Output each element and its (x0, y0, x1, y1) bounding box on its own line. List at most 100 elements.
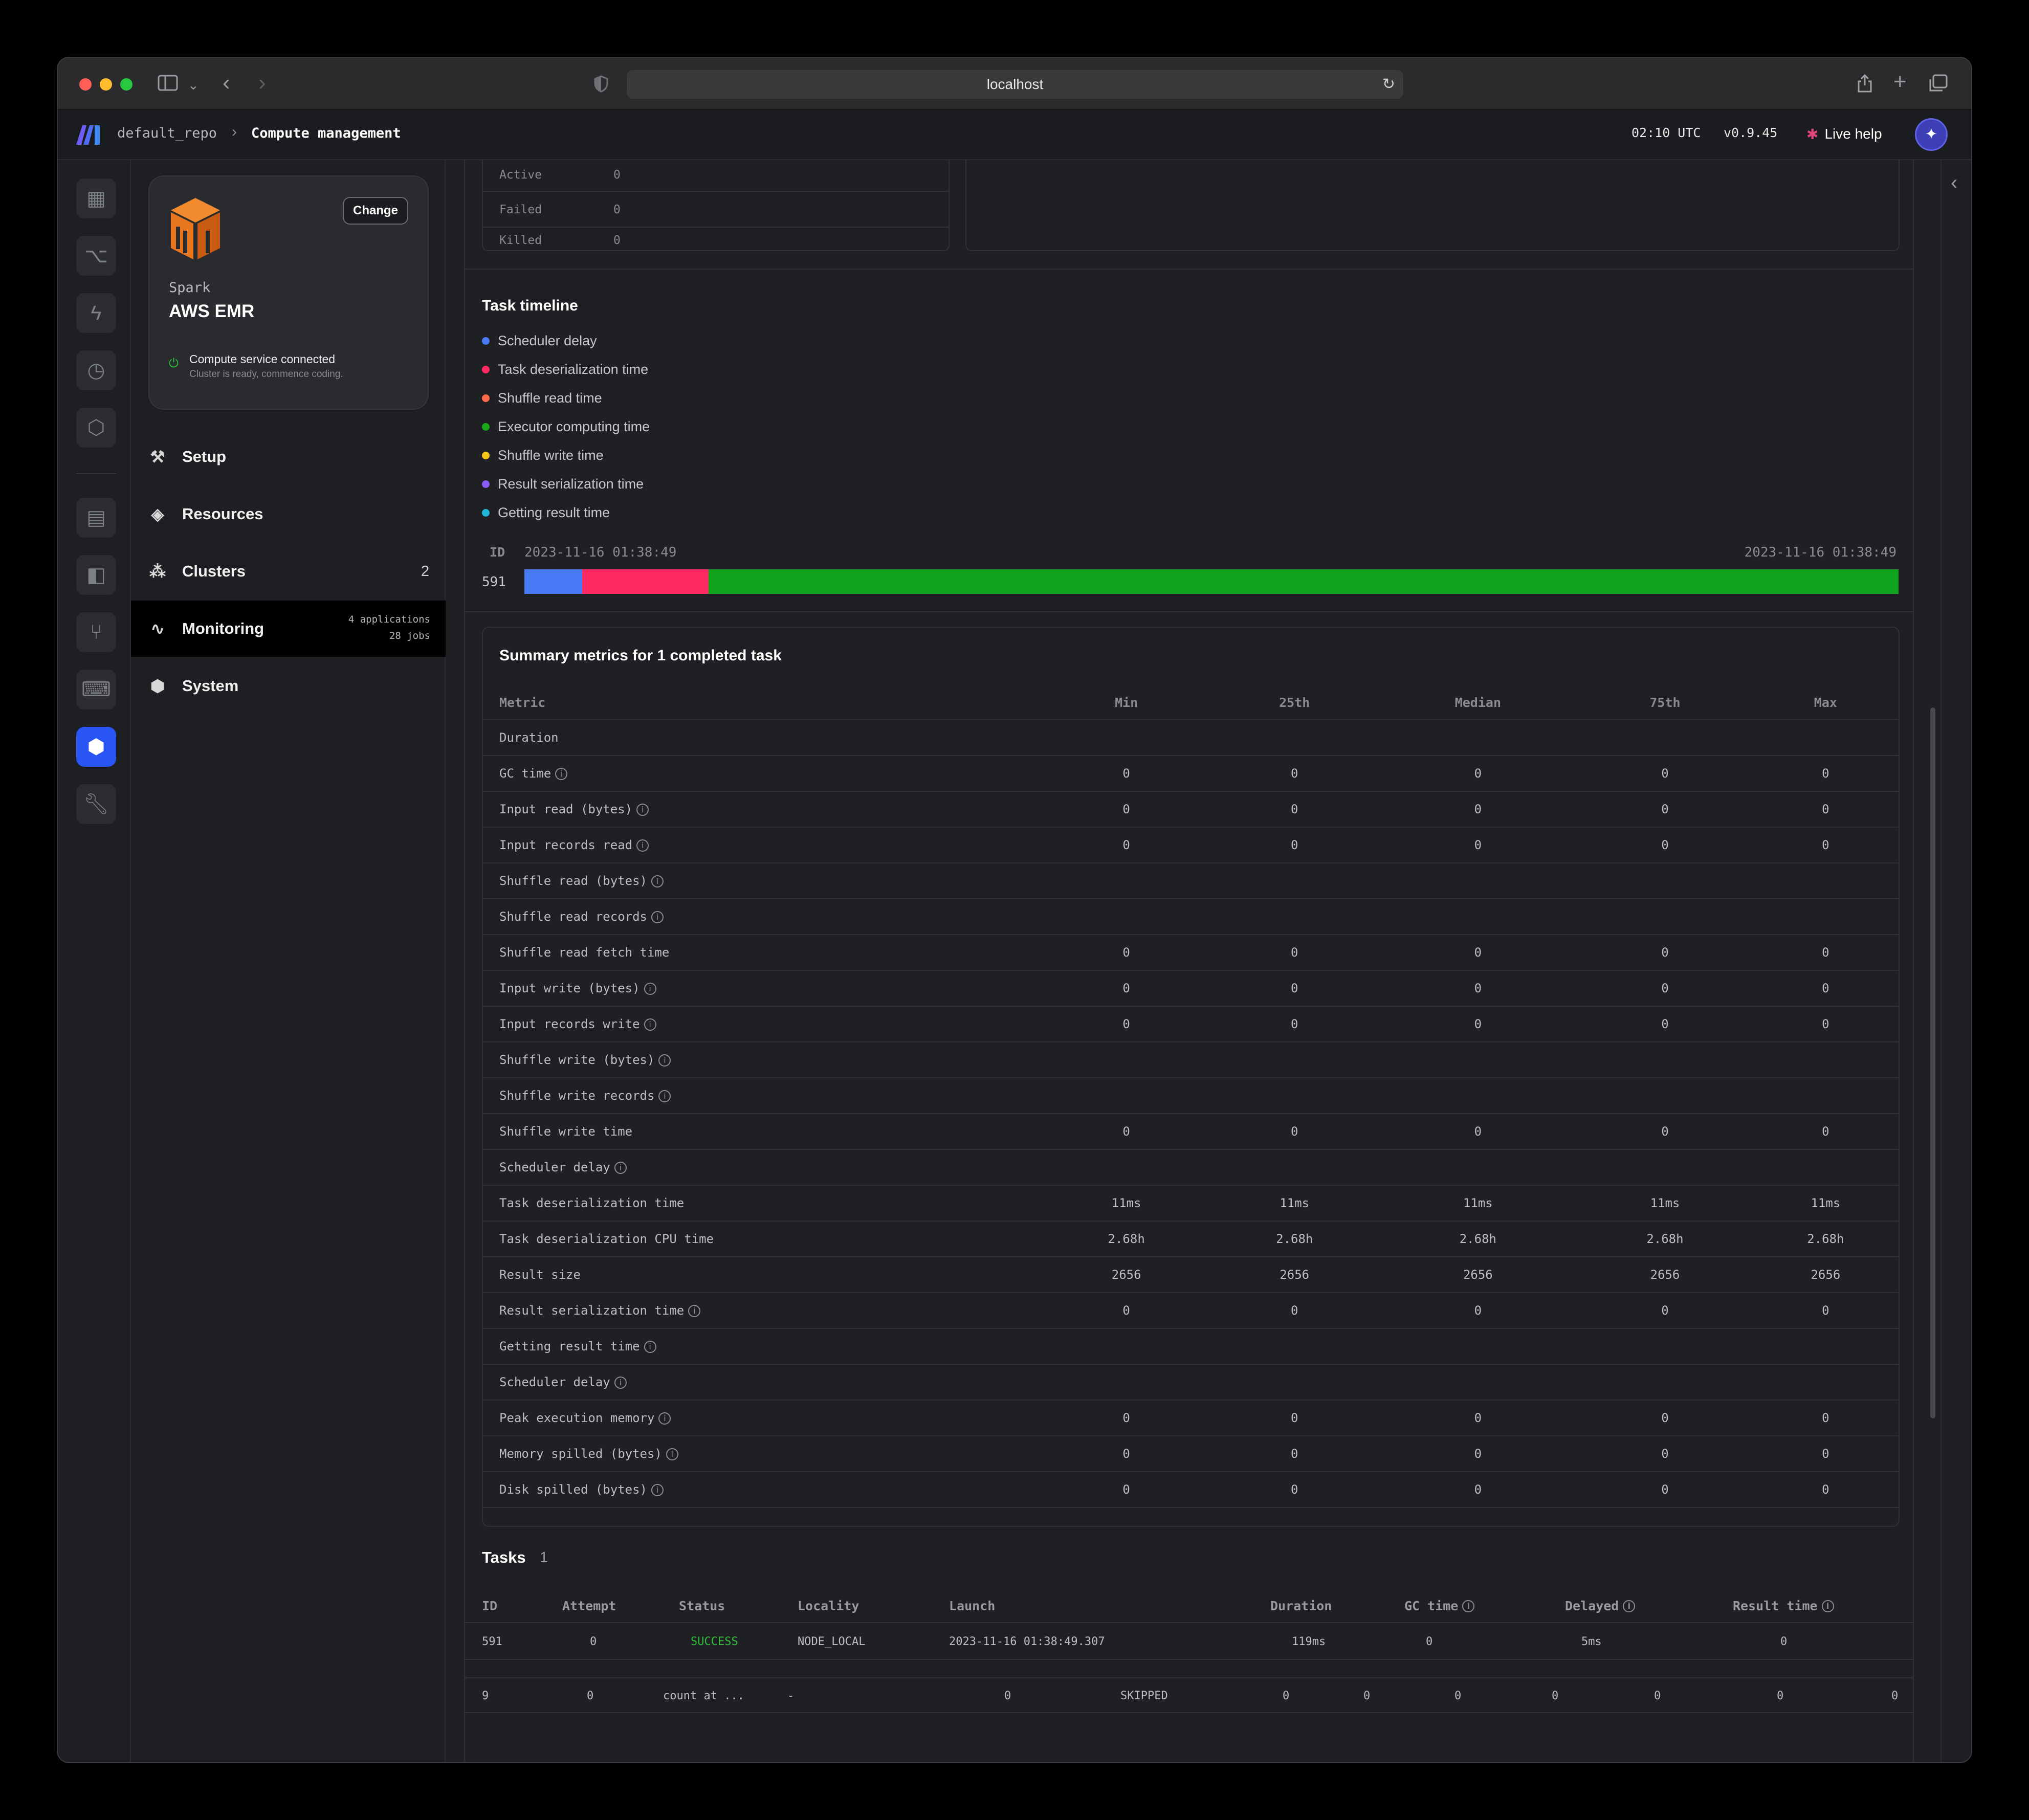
reload-icon[interactable]: ↻ (1382, 70, 1395, 99)
metric-value: 0 (1577, 1293, 1753, 1329)
timeline-title: Task timeline (482, 297, 578, 314)
shield-icon (594, 75, 608, 96)
metric-value (1042, 1078, 1210, 1114)
info-icon[interactable]: i (658, 1090, 671, 1102)
info-icon[interactable]: i (688, 1305, 701, 1317)
close-window-button[interactable] (79, 78, 92, 91)
address-text: localhost (986, 76, 1044, 92)
info-icon[interactable]: i (644, 983, 656, 995)
column-header: Launch (949, 1599, 995, 1613)
metric-value: 2.68h (1752, 1221, 1899, 1257)
info-icon[interactable]: i (614, 1162, 627, 1174)
metric-name: Shuffle write records (499, 1089, 655, 1103)
timeline-bar[interactable] (524, 569, 1899, 594)
timeline-end: 2023-11-16 01:38:49 (1744, 545, 1896, 560)
metric-value (1378, 863, 1578, 899)
column-header-label: Attempt (562, 1599, 616, 1613)
info-icon[interactable]: i (555, 768, 568, 780)
chevron-down-icon[interactable]: ⌄ (188, 75, 199, 95)
new-tab-icon[interactable]: + (1893, 71, 1907, 93)
count-value: 0 (613, 234, 621, 247)
info-icon[interactable]: i (644, 1341, 656, 1353)
info-icon[interactable]: i (644, 1018, 656, 1031)
metric-value (1210, 1364, 1379, 1401)
info-icon[interactable]: i (1821, 1600, 1834, 1612)
files-icon[interactable]: ▤ (76, 498, 116, 538)
nav-item-clusters[interactable]: ⁂ Clusters 2 (131, 543, 446, 600)
legend-result-serialization: Result serialization time (482, 476, 644, 492)
table-row: Duration (483, 720, 1899, 756)
history-icon[interactable]: ◷ (76, 350, 116, 390)
info-icon[interactable]: i (651, 875, 664, 887)
stage-cell: - (787, 1690, 795, 1702)
address-bar[interactable]: localhost ↻ (627, 70, 1403, 99)
terminal-icon[interactable]: ⌨ (76, 670, 116, 709)
settings-wrench-icon[interactable]: 🔧︎ (76, 784, 116, 824)
metric-value (1378, 1042, 1578, 1078)
stage-table-row[interactable]: 9 0 count at ... - 0 SKIPPED 0 0 0 0 0 0 0 (465, 1677, 1913, 1713)
legend-shuffle-read: Shuffle read time (482, 390, 602, 406)
metric-cell: Result size (483, 1257, 1043, 1293)
metric-value: 0 (1378, 970, 1578, 1007)
sidebar-toggle-icon[interactable] (158, 74, 180, 96)
info-icon[interactable]: i (658, 1054, 671, 1067)
timeline-segment (524, 569, 582, 594)
metric-value: 0 (1752, 1114, 1899, 1150)
blocks-icon[interactable]: ⬡ (76, 408, 116, 448)
legend-scheduler-delay: Scheduler delay (482, 333, 597, 349)
nav-item-resources[interactable]: ◈ Resources (131, 486, 446, 542)
metric-value (1378, 899, 1578, 935)
scrollbar-thumb[interactable] (1930, 707, 1935, 1418)
info-icon[interactable]: i (666, 1448, 678, 1460)
user-avatar[interactable]: ✦ (1915, 118, 1948, 151)
nav-item-setup[interactable]: ⚒︎ Setup (131, 429, 446, 485)
minimize-window-button[interactable] (100, 78, 112, 91)
column-header: Attempt (562, 1599, 616, 1613)
info-icon[interactable]: i (651, 911, 664, 923)
metric-name: Peak execution memory (499, 1411, 655, 1425)
expand-panel-chevron-icon[interactable]: ‹ (1951, 171, 1957, 194)
triggers-icon[interactable]: ϟ (76, 293, 116, 333)
version-control-icon[interactable]: ⑂ (76, 612, 116, 652)
info-icon[interactable]: i (636, 839, 649, 852)
slack-icon: ✱ (1806, 126, 1819, 142)
compute-icon[interactable]: ⬢ (76, 727, 116, 767)
mage-logo[interactable] (75, 123, 102, 148)
summary-metrics-card: Summary metrics for 1 completed task Met… (482, 627, 1900, 1527)
info-icon[interactable]: i (658, 1412, 671, 1425)
forward-icon[interactable]: › (258, 72, 266, 94)
info-icon[interactable]: i (1623, 1600, 1636, 1612)
info-icon[interactable]: i (636, 804, 649, 816)
metric-value: 2.68h (1042, 1221, 1210, 1257)
tabs-overview-icon[interactable] (1928, 74, 1948, 96)
metric-value: 0 (1752, 791, 1899, 828)
info-icon[interactable]: i (651, 1484, 664, 1496)
connection-status: Compute service connected (189, 352, 336, 366)
table-row: Task deserialization time 11ms 11ms 11ms 11m… (483, 1185, 1899, 1222)
right-panel: ‹ (1940, 160, 1971, 1762)
info-icon[interactable]: i (614, 1377, 627, 1389)
templates-icon[interactable]: ◧ (76, 555, 116, 595)
stage-cell: 0 (1283, 1690, 1290, 1702)
breadcrumb-repo[interactable]: default_repo (117, 125, 217, 141)
nav-item-monitoring[interactable]: ∿ Monitoring 4 applications 28 jobs (131, 601, 446, 657)
metric-cell: Getting result time i (483, 1328, 1043, 1365)
change-service-button[interactable]: Change (342, 197, 408, 225)
nav-item-system[interactable]: ⬢ System (131, 658, 446, 714)
share-icon[interactable] (1857, 73, 1873, 97)
info-icon[interactable]: i (1462, 1600, 1475, 1612)
metric-name: Task deserialization time (499, 1196, 685, 1210)
nav-system-label: System (182, 677, 239, 695)
live-help-button[interactable]: ✱ Live help (1806, 122, 1882, 146)
overview-icon[interactable]: ▦ (76, 179, 116, 218)
zoom-window-button[interactable] (120, 78, 133, 91)
metric-value: 0 (1210, 1006, 1379, 1042)
pipelines-icon[interactable]: ⌥ (76, 236, 116, 276)
back-icon[interactable]: ‹ (223, 72, 230, 94)
table-row[interactable]: 591 0 SUCCESS NODE_LOCAL 2023-11-16 01:38:49… (465, 1624, 1913, 1660)
column-header: 75th (1649, 695, 1681, 710)
metric-value: 0 (1577, 1006, 1753, 1042)
metric-value (1210, 720, 1379, 756)
column-header: Min (1115, 695, 1138, 710)
metric-value (1577, 720, 1753, 756)
